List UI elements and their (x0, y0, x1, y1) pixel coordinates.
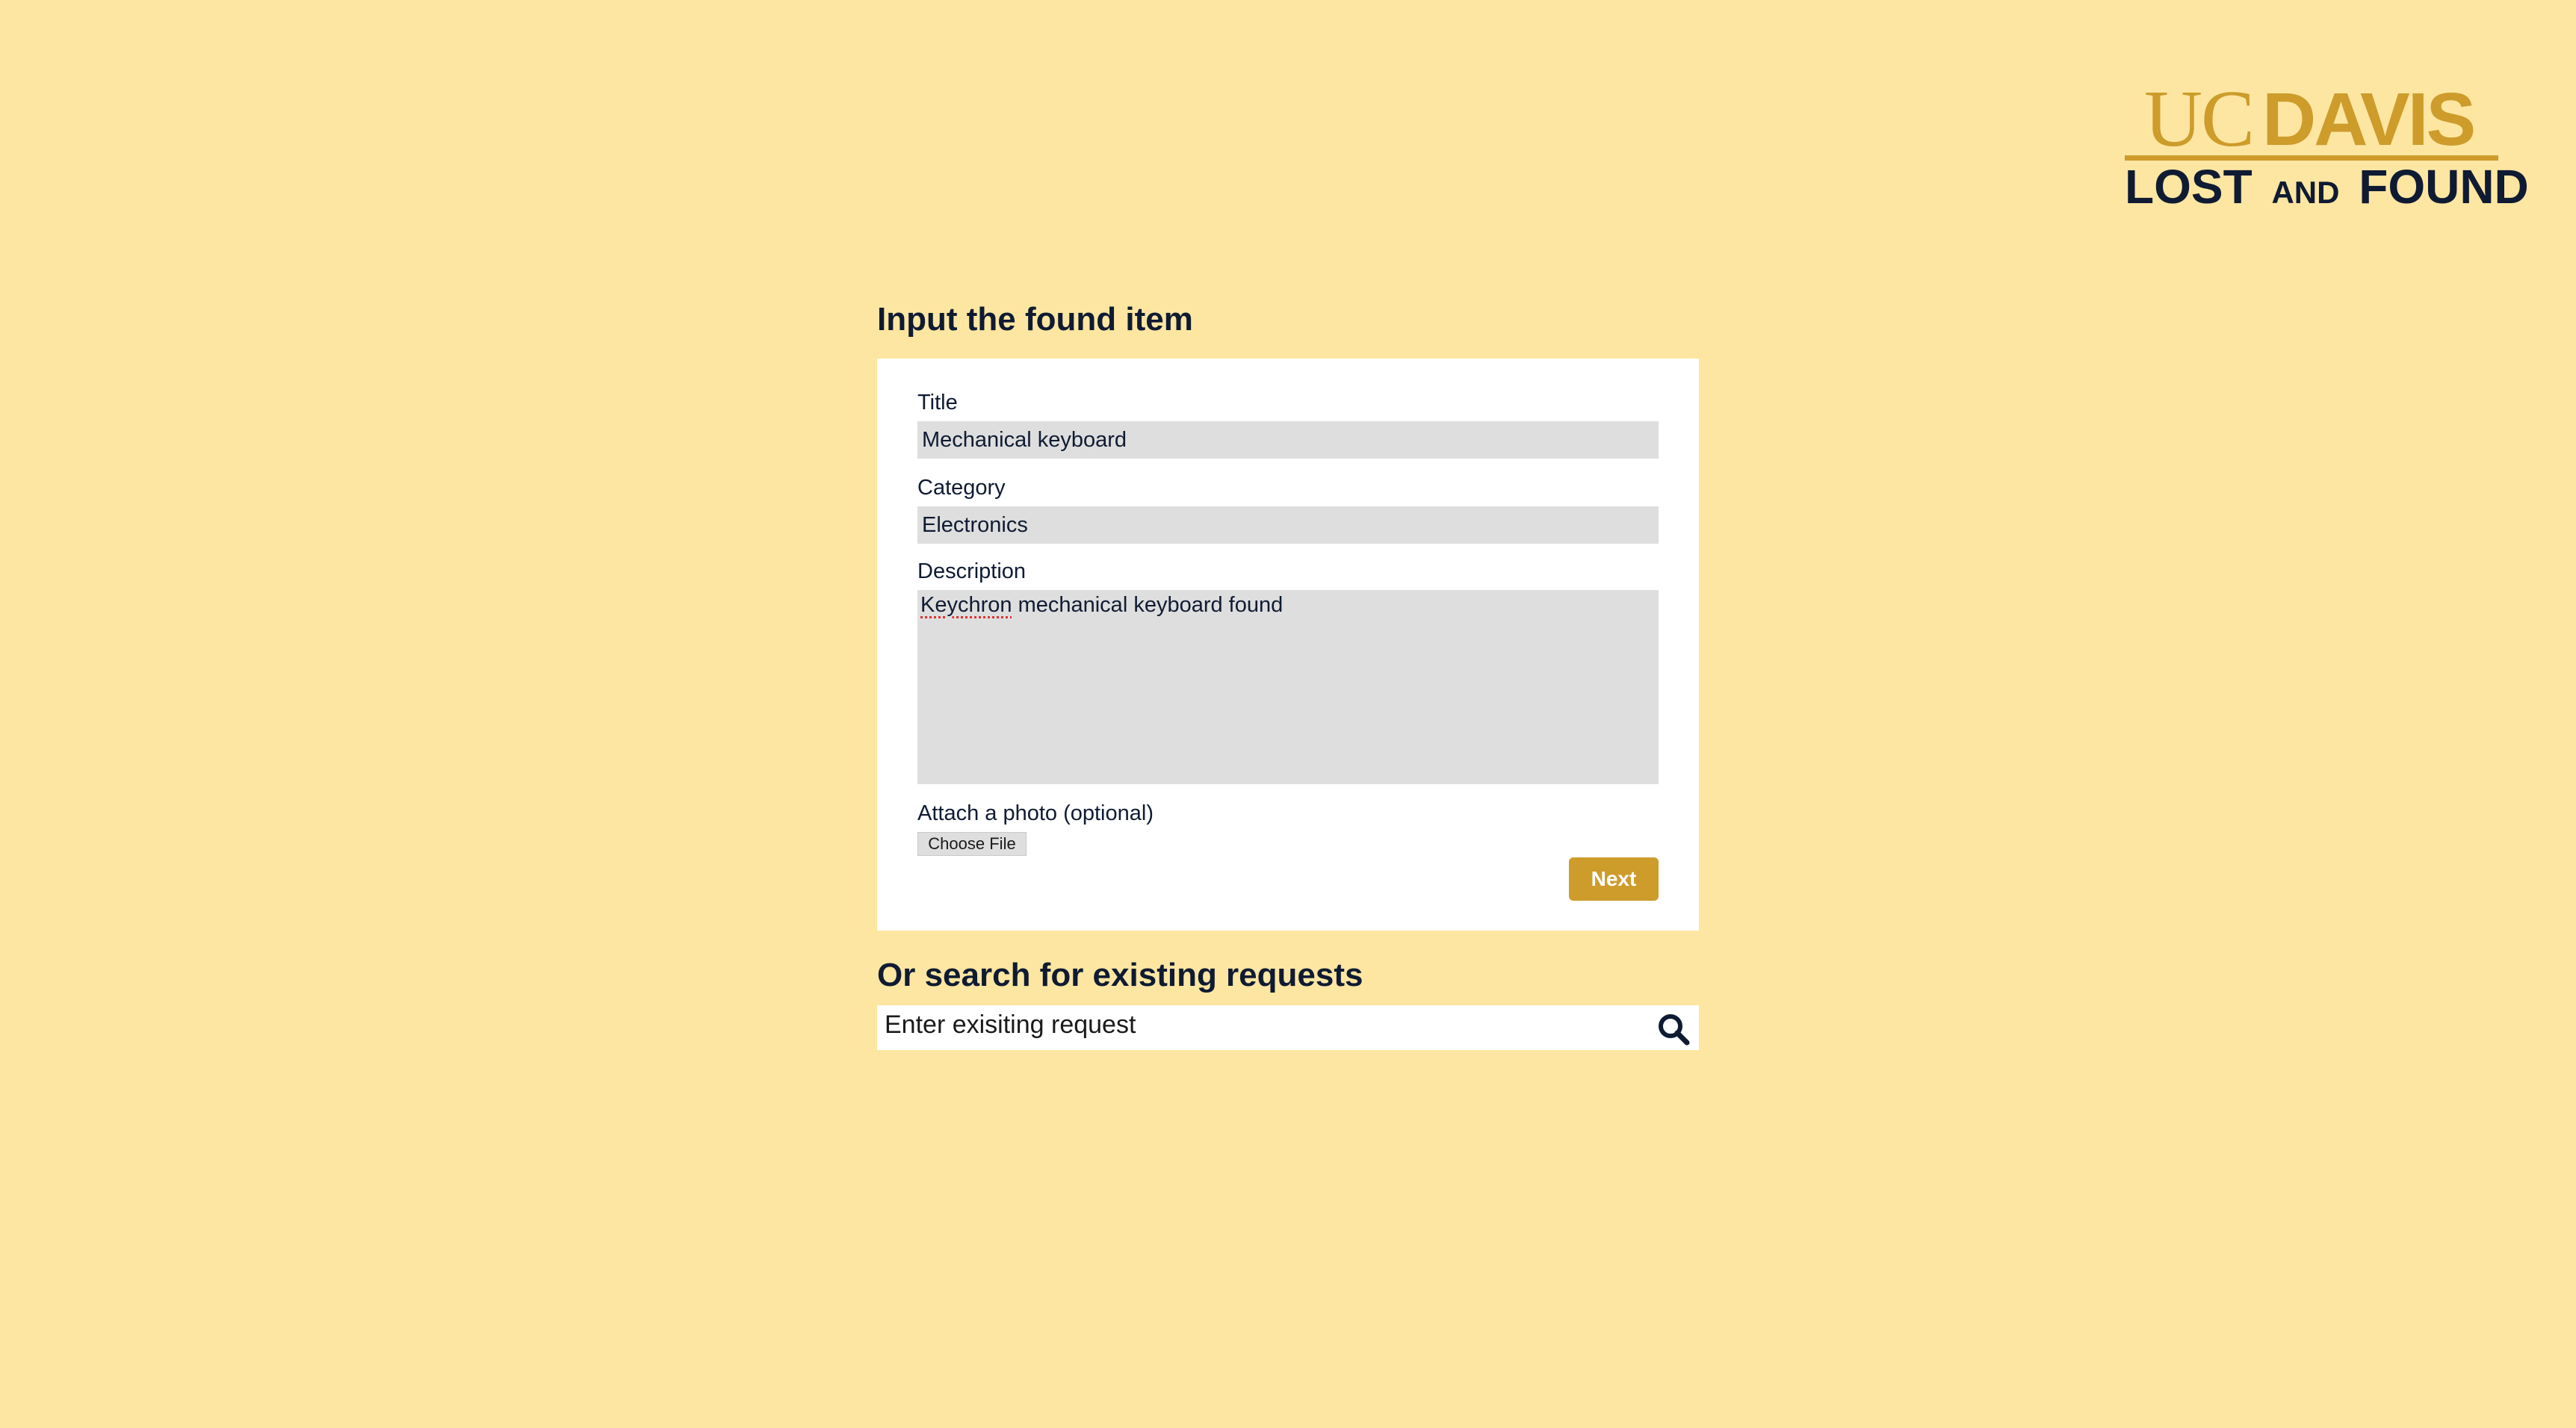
form-heading: Input the found item (877, 301, 1193, 338)
search-bar: Enter exisiting request (877, 1005, 1699, 1050)
logo-and-text: AND (2271, 175, 2340, 210)
found-item-form: Title Mechanical keyboard Category Elect… (877, 358, 1699, 931)
title-input[interactable]: Mechanical keyboard (917, 421, 1659, 459)
misspelled-word: Keychron (920, 593, 1012, 617)
description-textarea[interactable]: Keychron mechanical keyboard found (917, 590, 1659, 784)
description-text: mechanical keyboard found (1012, 593, 1284, 617)
next-button[interactable]: Next (1569, 857, 1659, 901)
title-label: Title (917, 391, 958, 415)
category-input[interactable]: Electronics (917, 506, 1659, 544)
logo-uc-text: UC (2144, 75, 2255, 164)
uc-davis-lost-and-found-logo: UC DAVIS LOST AND FOUND (2125, 75, 2529, 212)
photo-label: Attach a photo (optional) (917, 801, 1154, 825)
choose-file-button[interactable]: Choose File (917, 832, 1027, 856)
logo-davis-text: DAVIS (2262, 78, 2476, 161)
search-input[interactable]: Enter exisiting request (885, 1005, 1632, 1050)
description-label: Description (917, 559, 1027, 583)
search-heading: Or search for existing requests (877, 957, 1363, 993)
logo-lost-text: LOST (2125, 160, 2253, 214)
logo-lost-and-found: LOST AND FOUND (2125, 160, 2529, 218)
category-label: Category (917, 476, 1006, 500)
search-icon[interactable] (1657, 1013, 1690, 1046)
logo-found-text: FOUND (2359, 160, 2529, 214)
